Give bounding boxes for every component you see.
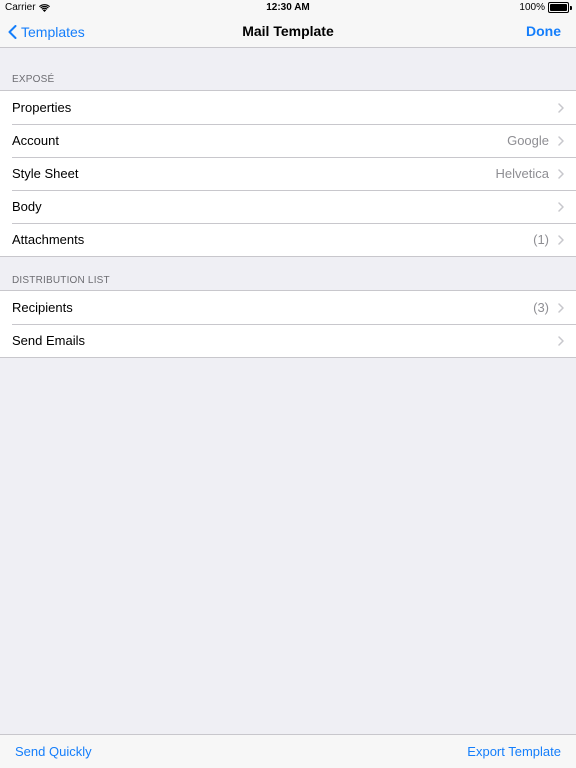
row-value: (3): [533, 300, 549, 315]
section-header-expose: EXPOSÉ: [12, 74, 55, 85]
page-title: Mail Template: [242, 23, 334, 39]
row-value: Google: [507, 133, 549, 148]
chevron-right-icon: [558, 202, 564, 212]
chevron-right-icon: [558, 235, 564, 245]
export-template-button[interactable]: Export Template: [467, 735, 561, 768]
chevron-right-icon: [558, 103, 564, 113]
row-label: Style Sheet: [12, 166, 79, 181]
expose-group: Properties Account Google Style Sheet He…: [0, 90, 576, 257]
section-header-distribution-list: DISTRIBUTION LIST: [12, 275, 110, 286]
bottom-toolbar: Send Quickly Export Template: [0, 734, 576, 768]
battery-tip: [570, 5, 572, 10]
status-bar: Carrier 12:30 AM 100%: [0, 0, 576, 16]
row-label: Properties: [12, 100, 72, 115]
row-body[interactable]: Body: [0, 190, 576, 223]
row-recipients[interactable]: Recipients (3): [0, 291, 576, 324]
row-label: Send Emails: [12, 333, 85, 348]
navigation-bar: Templates Mail Template Done: [0, 16, 576, 48]
battery-fill: [550, 4, 567, 11]
row-attachments[interactable]: Attachments (1): [0, 223, 576, 256]
chevron-left-icon: [8, 24, 21, 39]
row-properties[interactable]: Properties: [0, 91, 576, 124]
back-button[interactable]: Templates: [8, 16, 85, 47]
status-time: 12:30 AM: [266, 2, 310, 13]
row-label: Account: [12, 133, 59, 148]
battery-icon: [548, 2, 569, 13]
chevron-right-icon: [558, 303, 564, 313]
chevron-right-icon: [558, 136, 564, 146]
chevron-right-icon: [558, 169, 564, 179]
done-button[interactable]: Done: [526, 16, 561, 47]
send-quickly-button[interactable]: Send Quickly: [15, 735, 92, 768]
row-style-sheet[interactable]: Style Sheet Helvetica: [0, 157, 576, 190]
row-send-emails[interactable]: Send Emails: [0, 324, 576, 357]
status-right: 100%: [519, 2, 572, 13]
row-label: Attachments: [12, 232, 85, 247]
row-account[interactable]: Account Google: [0, 124, 576, 157]
row-value: Helvetica: [495, 166, 549, 181]
row-value: (1): [533, 232, 549, 247]
distribution-list-group: Recipients (3) Send Emails: [0, 290, 576, 358]
row-label: Body: [12, 199, 42, 214]
row-label: Recipients: [12, 300, 73, 315]
back-button-label: Templates: [21, 23, 85, 40]
chevron-right-icon: [558, 336, 564, 346]
battery-percentage: 100%: [519, 2, 545, 13]
